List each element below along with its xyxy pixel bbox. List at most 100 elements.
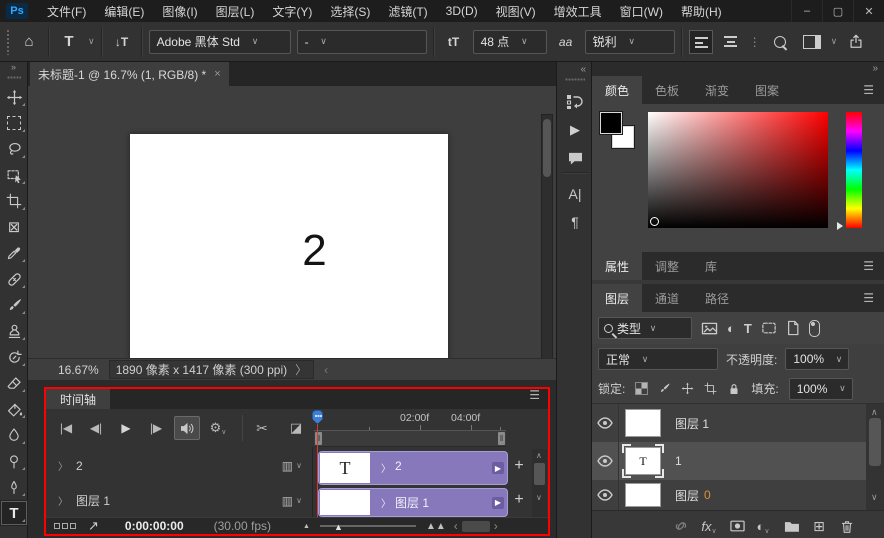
notes-panel-icon[interactable] [557,146,593,170]
filter-shape-layers-icon[interactable] [761,321,777,335]
tab-libraries[interactable]: 库 [692,252,730,280]
scroll-right-icon[interactable]: › [494,519,498,533]
adjustment-layer-icon[interactable]: ◐∨ [752,517,774,535]
lock-all-icon[interactable] [727,382,741,396]
character-panel-icon[interactable]: A| [557,182,593,206]
tab-layers[interactable]: 图层 [592,284,642,312]
lock-transparency-icon[interactable] [635,382,648,395]
tool-type[interactable]: T [0,500,28,526]
current-timecode[interactable]: 0:00:00:00 [125,519,184,533]
tool-blur[interactable] [0,422,28,448]
add-mask-icon[interactable] [726,517,748,535]
tool-lasso[interactable] [0,136,28,162]
track-row-layer1[interactable]: 〉 图层 1 ▥∨ [46,484,312,518]
work-area-bar[interactable]: ‖ ‖ [314,431,506,447]
text-orientation-icon[interactable]: ↓T [109,29,135,55]
menu-type[interactable]: 文字(Y) [263,0,321,22]
layer-name[interactable]: 图层 [675,487,699,504]
timeline-zoom-slider[interactable]: ▲ [320,525,416,527]
document-tab[interactable]: 未标题-1 @ 16.7% (1, RGB/8) * × [30,62,229,86]
maximize-button[interactable]: ▢ [822,0,853,22]
expand-chevron-icon[interactable]: 〉 [58,493,68,508]
layer-name[interactable]: 1 [675,454,682,468]
next-frame-button[interactable]: |▶ [144,417,168,439]
tool-move[interactable] [0,84,28,110]
align-center-button[interactable] [719,30,743,54]
timeline-clip-layer1[interactable]: 〉 图层 1 ▶ [318,488,508,517]
tool-pen[interactable] [0,474,28,500]
canvas-pasteboard[interactable]: 2 ∨ [28,86,556,358]
panel-menu-icon[interactable]: ☰ [863,88,874,92]
scrollbar-thumb[interactable] [869,418,881,466]
font-family-select[interactable]: Adobe 黑体 Std ∨ [149,30,291,54]
scroll-down-icon[interactable]: ∨ [871,492,878,503]
tool-brush[interactable] [0,292,28,318]
history-panel-icon[interactable] [557,90,593,114]
chevron-down-icon[interactable]: ∨ [831,36,838,47]
status-chevron-icon[interactable]: 〉 [295,361,307,378]
timeline-tab[interactable]: 时间轴 [46,389,110,409]
minimize-button[interactable]: – [791,0,822,22]
tool-eyedropper[interactable] [0,240,28,266]
menu-plugins[interactable]: 增效工具 [545,0,611,22]
clip-properties-icon[interactable]: ▶ [492,462,504,474]
timeline-clip-text[interactable]: T 〉 2 ▶ [318,451,508,485]
foreground-color-swatch[interactable] [600,112,622,134]
tool-clone-stamp[interactable] [0,318,28,344]
scroll-up-icon[interactable]: ∧ [871,407,878,418]
tool-rectangular-marquee[interactable] [0,110,28,136]
slider-thumb[interactable]: ▲ [334,522,343,532]
layer-thumbnail[interactable] [625,409,661,437]
lock-artboard-icon[interactable] [704,382,717,395]
add-media-button[interactable]: + [508,489,530,511]
paragraph-panel-icon[interactable]: ¶ [557,210,593,234]
actions-panel-icon[interactable]: ▶ [557,118,593,142]
new-layer-icon[interactable]: ⊞ [808,517,830,535]
scrollbar-thumb[interactable] [462,521,490,532]
menu-select[interactable]: 选择(S) [321,0,379,22]
menu-3d[interactable]: 3D(D) [437,0,487,22]
anti-alias-select[interactable]: 锐利 ∨ [585,30,675,54]
lock-pixels-icon[interactable] [658,382,671,395]
tool-eraser[interactable] [0,370,28,396]
layer-name[interactable]: 图层 1 [675,415,709,432]
add-media-button[interactable]: + [508,455,530,477]
scrollbar-thumb[interactable] [543,119,551,177]
font-size-select[interactable]: 48 点 ∨ [473,30,547,54]
tool-frame[interactable]: ⊠ [0,214,28,240]
play-button[interactable]: ▶ [114,417,138,439]
canvas-document[interactable]: 2 [130,134,448,369]
collapse-dock-icon[interactable]: » [872,63,878,74]
search-icon[interactable] [767,29,793,55]
expand-chevron-icon[interactable]: 〉 [381,460,391,475]
layers-scrollbar[interactable]: ∧ ∨ [866,404,884,510]
drag-grip[interactable] [0,76,27,84]
zoom-out-icon[interactable]: ▲ [303,523,310,530]
tab-paths[interactable]: 路径 [692,284,742,312]
zoom-in-icon[interactable]: ▲▲ [426,521,446,532]
tab-close-icon[interactable]: × [214,68,220,80]
menu-filter[interactable]: 滤镜(T) [379,0,436,22]
menu-help[interactable]: 帮助(H) [672,0,731,22]
type-tool-preset-icon[interactable]: T [56,29,82,55]
more-options-icon[interactable]: ⋮ [749,35,761,49]
layer-row-text-selected[interactable]: T 1 [592,442,866,481]
split-at-playhead-icon[interactable]: ✂ [250,417,274,439]
tool-dodge[interactable] [0,448,28,474]
layer-thumbnail[interactable] [625,483,661,507]
app-logo[interactable]: Ps [6,3,28,19]
timeline-settings-icon[interactable]: ⚙∨ [206,417,230,439]
color-saturation-field[interactable] [648,112,828,228]
layer-thumbnail[interactable]: T [625,447,661,475]
align-left-button[interactable] [689,30,713,54]
visibility-eye-icon[interactable] [592,404,619,442]
timeline-scrollbar[interactable]: ∧ ∨ [532,449,547,517]
menu-view[interactable]: 视图(V) [487,0,545,22]
tab-gradients[interactable]: 渐变 [692,76,742,104]
filter-smart-objects-icon[interactable] [786,320,800,336]
video-track-icon[interactable]: ▥∨ [282,494,302,508]
scroll-down-icon[interactable]: ∨ [536,493,542,502]
menu-layer[interactable]: 图层(L) [207,0,264,22]
layer-filter-select[interactable]: 类型 ∨ [598,317,692,339]
zoom-level[interactable]: 16.67% [58,363,99,377]
